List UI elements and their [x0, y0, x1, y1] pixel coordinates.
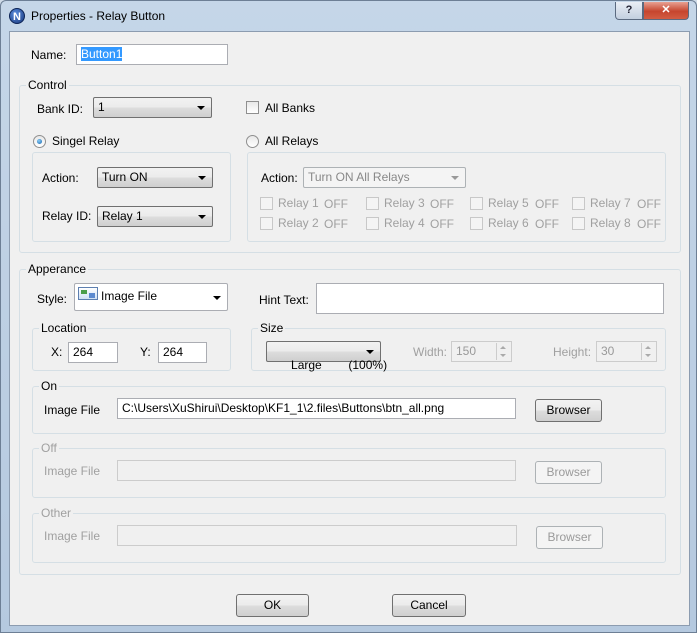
chevron-down-icon: [197, 106, 205, 110]
action-value: Turn ON: [102, 170, 148, 184]
hint-text-label: Hint Text:: [259, 293, 309, 307]
appearance-group-title: Apperance: [26, 262, 89, 276]
relay-4-checkbox[interactable]: [366, 217, 379, 230]
relay-4-state: OFF: [430, 217, 454, 231]
relay-2-state: OFF: [324, 217, 348, 231]
size-title: Size: [258, 321, 286, 335]
relay-7-checkbox[interactable]: [572, 197, 585, 210]
all-action-value: Turn ON All Relays: [308, 170, 410, 184]
relay-6-state: OFF: [535, 217, 559, 231]
style-value: Image File: [101, 289, 158, 303]
image-file-icon: [78, 287, 98, 300]
action-label: Action:: [42, 171, 79, 185]
all-action-dropdown[interactable]: Turn ON All Relays: [303, 167, 466, 188]
singel-relay-label: Singel Relay: [52, 134, 120, 148]
all-action-label: Action:: [261, 171, 298, 185]
width-label: Width:: [413, 345, 448, 359]
width-input[interactable]: 150: [451, 341, 512, 362]
relay-3-label: Relay 3: [384, 196, 425, 210]
singel-relay-radio[interactable]: [33, 135, 46, 148]
chevron-down-icon: [198, 215, 206, 219]
relay-id-value: Relay 1: [102, 209, 143, 223]
other-title: Other: [39, 506, 74, 520]
relay-4-label: Relay 4: [384, 216, 425, 230]
off-image-file-input[interactable]: [117, 460, 516, 481]
cancel-button[interactable]: Cancel: [392, 594, 466, 617]
on-title: On: [39, 379, 60, 393]
properties-dialog: N Properties - Relay Button ? ✕ Name: Bu…: [0, 0, 697, 633]
y-label: Y:: [140, 345, 151, 359]
relay-8-state: OFF: [637, 217, 661, 231]
app-logo-icon: N: [9, 8, 25, 24]
chevron-down-icon: [213, 296, 221, 300]
y-input[interactable]: 264: [158, 342, 207, 363]
name-value: Button1: [81, 47, 123, 61]
all-relays-label: All Relays: [265, 134, 319, 148]
help-button[interactable]: ?: [615, 2, 643, 20]
all-banks-checkbox[interactable]: [246, 101, 259, 114]
relay-5-label: Relay 5: [488, 196, 529, 210]
single-relay-panel: [32, 152, 231, 242]
bank-id-label: Bank ID:: [37, 102, 84, 116]
on-browser-button[interactable]: Browser: [535, 399, 602, 422]
chevron-down-icon: [366, 350, 374, 354]
relay-5-checkbox[interactable]: [470, 197, 483, 210]
relay-3-checkbox[interactable]: [366, 197, 379, 210]
relay-3-state: OFF: [430, 197, 454, 211]
x-label: X:: [51, 345, 63, 359]
location-title: Location: [39, 321, 89, 335]
hint-text-input[interactable]: [316, 283, 664, 314]
relay-7-state: OFF: [637, 197, 661, 211]
relay-id-label: Relay ID:: [42, 209, 92, 223]
chevron-down-icon: [198, 176, 206, 180]
all-banks-label: All Banks: [265, 101, 316, 115]
dialog-body: Name: Button1 Control Bank ID: 1 All Ban…: [9, 31, 690, 626]
chevron-down-icon: [451, 176, 459, 180]
title-bar[interactable]: N Properties - Relay Button ? ✕: [1, 1, 696, 31]
relay-8-checkbox[interactable]: [572, 217, 585, 230]
name-label: Name:: [31, 48, 67, 62]
off-title: Off: [39, 441, 59, 455]
on-image-file-label: Image File: [44, 403, 101, 417]
style-dropdown[interactable]: Image File: [74, 283, 228, 311]
width-value: 150: [456, 344, 477, 358]
height-value: 30: [601, 344, 615, 358]
window-title: Properties - Relay Button: [31, 9, 166, 23]
size-dropdown[interactable]: Large (100%): [266, 341, 387, 372]
relay-6-label: Relay 6: [488, 216, 529, 230]
width-spinner-icon[interactable]: [496, 343, 510, 360]
relay-2-checkbox[interactable]: [260, 217, 273, 230]
all-relays-radio[interactable]: [246, 135, 259, 148]
style-label: Style:: [37, 292, 68, 306]
relay-id-dropdown[interactable]: Relay 1: [97, 206, 213, 227]
height-spinner-icon[interactable]: [641, 343, 655, 360]
ok-button[interactable]: OK: [236, 594, 309, 617]
height-input[interactable]: 30: [596, 341, 657, 362]
relay-2-label: Relay 2: [278, 216, 319, 230]
x-input[interactable]: 264: [68, 342, 118, 363]
relay-1-label: Relay 1: [278, 196, 319, 210]
other-image-file-label: Image File: [44, 529, 101, 543]
control-group-title: Control: [26, 78, 69, 92]
relay-1-checkbox[interactable]: [260, 197, 273, 210]
off-image-file-label: Image File: [44, 464, 101, 478]
other-image-file-input[interactable]: [117, 525, 517, 546]
other-browser-button[interactable]: Browser: [536, 526, 603, 549]
bank-id-dropdown[interactable]: 1: [93, 97, 212, 118]
size-value: Large (100%): [291, 358, 388, 372]
on-image-file-input[interactable]: C:\Users\XuShirui\Desktop\KF1_1\2.files\…: [117, 398, 516, 419]
relay-6-checkbox[interactable]: [470, 217, 483, 230]
off-browser-button[interactable]: Browser: [535, 461, 602, 484]
name-input[interactable]: Button1: [76, 44, 228, 65]
height-label: Height:: [553, 345, 592, 359]
relay-5-state: OFF: [535, 197, 559, 211]
bank-id-value: 1: [98, 100, 105, 114]
relay-7-label: Relay 7: [590, 196, 631, 210]
action-dropdown[interactable]: Turn ON: [97, 167, 213, 188]
close-button[interactable]: ✕: [643, 2, 689, 20]
relay-1-state: OFF: [324, 197, 348, 211]
relay-8-label: Relay 8: [590, 216, 631, 230]
